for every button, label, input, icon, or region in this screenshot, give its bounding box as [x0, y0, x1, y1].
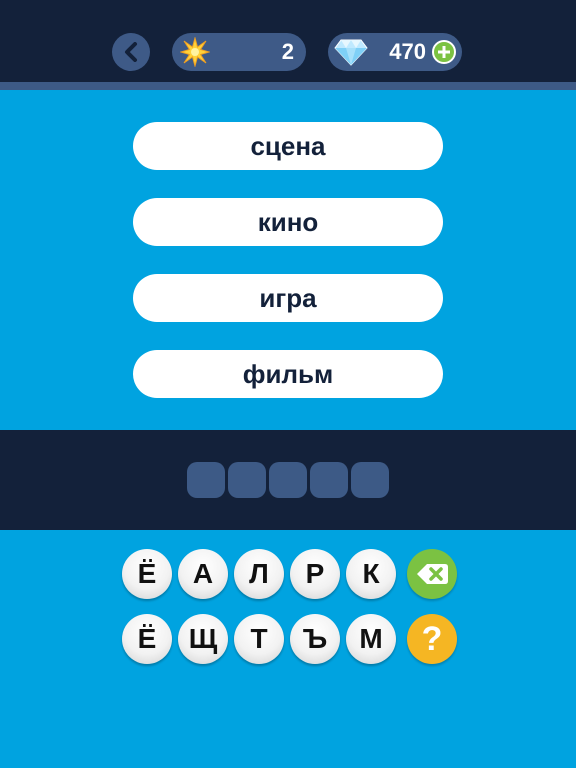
top-bar: 2 470 — [0, 0, 576, 82]
add-gems-button[interactable] — [432, 40, 456, 64]
question-icon: ? — [421, 620, 443, 658]
level-counter: 2 — [172, 33, 306, 71]
clue-word-3: игра — [133, 274, 443, 322]
answer-slot[interactable] — [351, 462, 389, 498]
answer-slot[interactable] — [310, 462, 348, 498]
level-value: 2 — [281, 39, 294, 64]
clue-word-2: кино — [133, 198, 443, 246]
plus-icon — [438, 46, 450, 58]
letter-key[interactable]: Т — [234, 614, 284, 664]
answer-slot[interactable] — [269, 462, 307, 498]
letter-key[interactable]: Р — [290, 549, 340, 599]
letter-key[interactable]: А — [178, 549, 228, 599]
delete-button[interactable] — [407, 549, 457, 599]
gems-value: 470 — [389, 39, 426, 64]
chevron-left-icon — [125, 42, 137, 62]
sparkle-icon — [180, 33, 210, 71]
clue-list: сцена кино игра фильм — [0, 90, 576, 430]
clue-word-4: фильм — [133, 350, 443, 398]
letter-key[interactable]: Ё — [122, 614, 172, 664]
answer-area — [0, 430, 576, 530]
letter-key[interactable]: Ъ — [290, 614, 340, 664]
answer-slot[interactable] — [228, 462, 266, 498]
backspace-icon — [417, 564, 448, 584]
letter-keyboard: Ё А Л Р К Ё Щ Т Ъ М ? — [0, 530, 576, 768]
clue-word-1: сцена — [133, 122, 443, 170]
hint-button[interactable]: ? — [407, 614, 457, 664]
top-bar-divider — [0, 82, 576, 90]
letter-key[interactable]: М — [346, 614, 396, 664]
letter-key[interactable]: Л — [234, 549, 284, 599]
letter-key[interactable]: Щ — [178, 614, 228, 664]
letter-key[interactable]: Ё — [122, 549, 172, 599]
back-button[interactable] — [112, 33, 150, 71]
answer-slot[interactable] — [187, 462, 225, 498]
diamond-icon — [334, 33, 368, 71]
gems-counter: 470 — [328, 33, 462, 71]
letter-key[interactable]: К — [346, 549, 396, 599]
